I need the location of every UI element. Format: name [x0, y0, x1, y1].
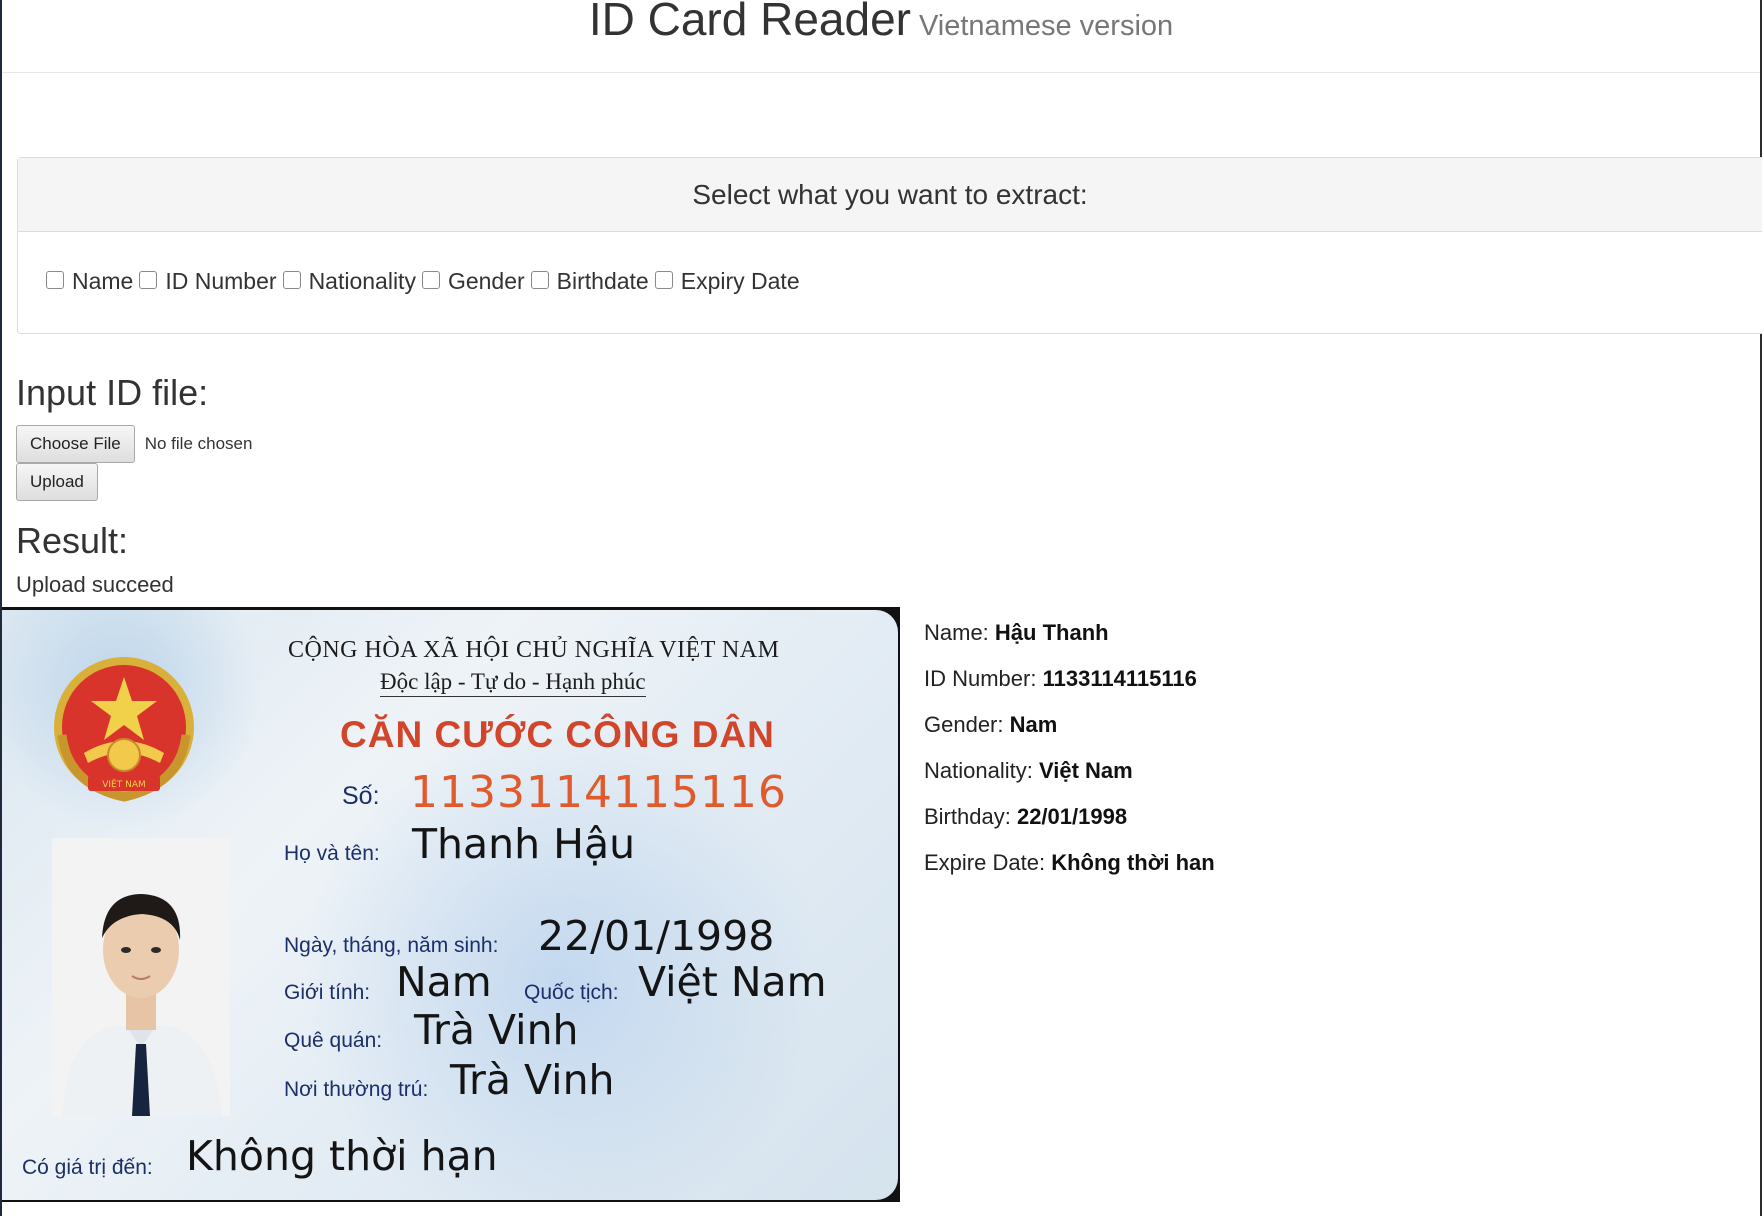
result-label: ID Number:: [924, 666, 1037, 691]
result-row-id-number: ID Number: 113311411511​6: [924, 666, 1215, 712]
result-value: Không thời han: [1051, 850, 1215, 875]
card-motto-line: Độc lập - Tự do - Hạnh phúc: [380, 669, 646, 697]
result-row-nationality: Nationality: Việt Nam: [924, 758, 1215, 804]
option-nationality[interactable]: Nationality: [282, 268, 416, 295]
result-row-name: Name: Hậu Thanh: [924, 620, 1215, 666]
upload-row: Upload: [16, 463, 98, 501]
file-status-text: No file chosen: [144, 434, 253, 453]
extract-panel-body: Name ID Number Nationality Gender Birthd…: [18, 232, 1762, 335]
result-label: Name:: [924, 620, 989, 645]
input-section-title: Input ID file:: [16, 372, 209, 413]
card-number-label: Số:: [342, 782, 380, 810]
card-nationality-label: Quốc tịch:: [524, 981, 619, 1004]
result-row-gender: Gender: Nam: [924, 712, 1215, 758]
portrait-photo: [52, 838, 230, 1116]
option-id-number[interactable]: ID Number: [139, 268, 277, 295]
card-gender-value: Nam: [396, 958, 492, 1006]
id-card-surface: VIỆT NAM CỘNG HÒA XÃ HỘI CHỦ NGHĨA VIỆT …: [2, 610, 898, 1200]
name-checkbox[interactable]: [46, 271, 64, 289]
card-hometown-value: Trà Vinh: [414, 1006, 579, 1054]
card-expiry-label: Có giá trị đến:: [22, 1156, 153, 1179]
card-nationality-value: Việt Nam: [638, 958, 827, 1006]
page-title: ID Card Reader Vietnamese version: [2, 0, 1760, 46]
result-value: 113311411511​6: [1042, 666, 1197, 691]
card-name-value: Thanh Hậu: [412, 820, 636, 868]
option-gender-label: Gender: [447, 268, 525, 294]
gender-checkbox[interactable]: [421, 271, 440, 289]
card-hometown-label: Quê quán:: [284, 1029, 383, 1052]
card-number-value: 113311411511​6: [410, 767, 787, 818]
nationality-checkbox[interactable]: [282, 271, 301, 289]
extract-panel: Select what you want to extract: Name ID…: [17, 157, 1762, 334]
expiry-date-checkbox[interactable]: [654, 271, 673, 289]
choose-file-button[interactable]: Choose File: [16, 425, 135, 463]
result-row-birthday: Birthday: 22/01/1998: [924, 804, 1215, 850]
option-name-label: Name: [72, 268, 134, 294]
id-card-image: VIỆT NAM CỘNG HÒA XÃ HỘI CHỦ NGHĨA VIỆT …: [2, 607, 900, 1202]
upload-status-message: Upload succeed: [16, 572, 174, 597]
result-value: Nam: [1009, 712, 1058, 737]
portrait-image: [52, 838, 230, 1116]
card-dob-value: 22/01/1998: [538, 912, 775, 960]
result-value: Việt Nam: [1038, 758, 1133, 783]
upload-button[interactable]: Upload: [16, 463, 98, 501]
extract-options: Name ID Number Nationality Gender Birthd…: [46, 268, 806, 295]
emblem-banner-text: VIỆT NAM: [102, 778, 146, 790]
page-header: ID Card Reader Vietnamese version: [2, 0, 1760, 73]
card-residence-value: Trà Vinh: [450, 1056, 615, 1104]
result-value: 22/01/1998: [1016, 804, 1128, 829]
id-number-checkbox[interactable]: [139, 271, 158, 289]
result-label: Expire Date:: [924, 850, 1046, 875]
option-birthdate[interactable]: Birthdate: [530, 268, 649, 295]
result-value: Hậu Thanh: [994, 620, 1109, 645]
extracted-results: Name: Hậu Thanh ID Number: 113311411511​…: [924, 620, 1215, 896]
option-name[interactable]: Name: [46, 268, 133, 295]
national-emblem-icon: VIỆT NAM: [54, 657, 194, 802]
card-residence-label: Nơi thường trú:: [284, 1078, 429, 1101]
extract-panel-heading: Select what you want to extract:: [18, 158, 1762, 232]
result-label: Nationality:: [924, 758, 1033, 783]
page-title-text: ID Card Reader: [588, 0, 911, 45]
card-country-line: CỘNG HÒA XÃ HỘI CHỦ NGHĨA VIỆT NAM: [288, 637, 780, 663]
result-label: Birthday:: [924, 804, 1011, 829]
option-expiry-date[interactable]: Expiry Date: [654, 268, 800, 295]
result-section-title: Result:: [16, 520, 129, 561]
option-expiry-date-label: Expiry Date: [680, 268, 800, 294]
card-dob-label: Ngày, tháng, năm sinh:: [284, 934, 499, 957]
page-subtitle: Vietnamese version: [918, 10, 1174, 42]
card-heading: CĂN CƯỚC CÔNG DÂN: [340, 714, 775, 755]
result-label: Gender:: [924, 712, 1004, 737]
file-input-row: Choose File No file chosen: [16, 425, 252, 463]
card-expiry-value: Không thời hạn: [186, 1132, 498, 1180]
option-gender[interactable]: Gender: [421, 268, 525, 295]
option-id-number-label: ID Number: [165, 268, 277, 294]
card-name-label: Họ và tên:: [284, 842, 380, 865]
card-gender-label: Giới tính:: [284, 981, 371, 1004]
birthdate-checkbox[interactable]: [530, 271, 549, 289]
option-birthdate-label: Birthdate: [556, 268, 649, 294]
result-row-expire-date: Expire Date: Không thời han: [924, 850, 1215, 896]
option-nationality-label: Nationality: [308, 268, 416, 294]
